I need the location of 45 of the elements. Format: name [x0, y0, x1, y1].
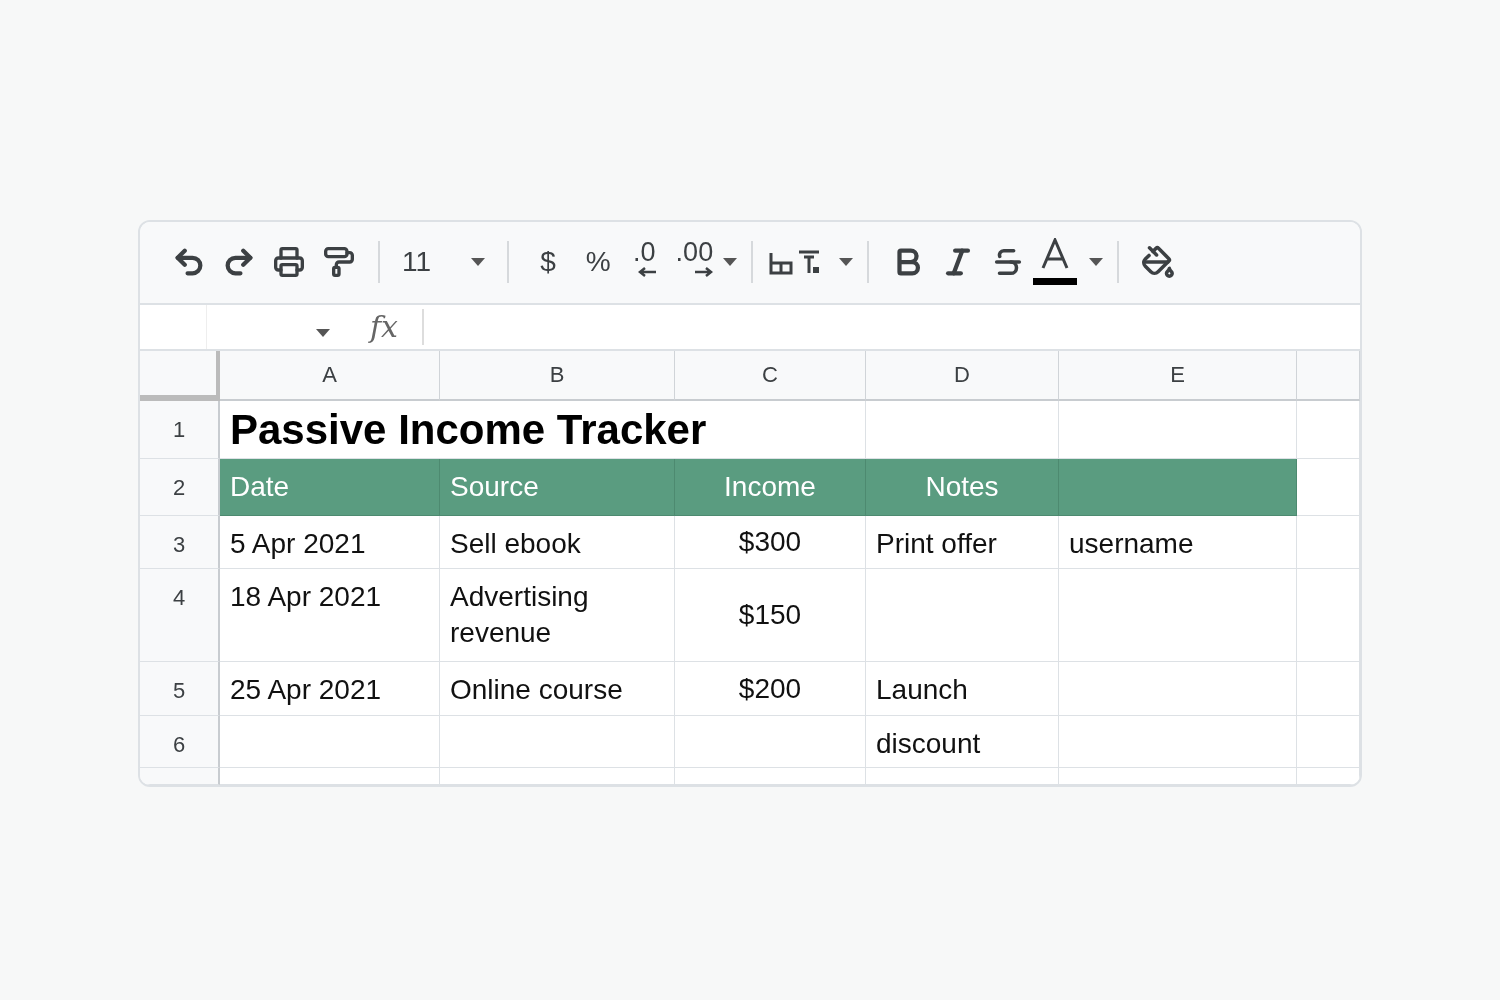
- table-cell: $300: [675, 516, 866, 569]
- printer-icon: [273, 246, 305, 279]
- table-cell: Sell ebook: [440, 516, 675, 569]
- caret-icon: [316, 328, 330, 337]
- row-header[interactable]: 2: [140, 459, 220, 516]
- column-header[interactable]: E: [1059, 351, 1297, 401]
- table-cell: username: [1059, 516, 1297, 569]
- decrease-decimals-button[interactable]: .0: [623, 237, 666, 288]
- increase-decimals-button[interactable]: .00: [665, 237, 724, 288]
- fx-label: fx: [346, 308, 425, 345]
- caret-icon: [471, 258, 486, 267]
- row-header[interactable]: 4: [140, 569, 220, 662]
- percent-button[interactable]: %: [573, 240, 624, 285]
- header-cell: Notes: [866, 459, 1059, 516]
- table-cell: $150: [675, 569, 866, 662]
- column-header[interactable]: A: [220, 351, 440, 401]
- column-header[interactable]: B: [440, 351, 675, 401]
- currency-button[interactable]: $: [523, 240, 574, 285]
- header-cell: Income: [675, 459, 866, 516]
- row-header[interactable]: 5: [140, 662, 220, 716]
- right-arrow-icon: [695, 267, 714, 278]
- paint-roller-icon: [323, 246, 355, 279]
- caret-icon: [1089, 258, 1104, 267]
- row-header[interactable]: 1: [140, 401, 220, 459]
- row-header[interactable]: 3: [140, 516, 220, 569]
- left-arrow-icon: [637, 267, 656, 278]
- table-cell: 5 Apr 2021: [220, 516, 440, 569]
- table-cell: Online course: [440, 662, 675, 716]
- column-header[interactable]: C: [675, 351, 866, 401]
- caret-icon: [839, 258, 854, 267]
- table-cell: $200: [675, 662, 866, 716]
- table-cell: Advertising revenue: [440, 569, 675, 662]
- row-header[interactable]: 6: [140, 716, 220, 768]
- table-cell: 18 Apr 2021: [220, 569, 440, 662]
- caret-icon: [723, 258, 738, 267]
- paint-bucket-icon: [1141, 245, 1176, 280]
- table-cell: Launch: [866, 662, 1059, 716]
- column-header[interactable]: D: [866, 351, 1059, 401]
- table-cell: discount: [866, 716, 1059, 768]
- table-cell: Print offer: [866, 516, 1059, 569]
- table-cell: 25 Apr 2021: [220, 662, 440, 716]
- header-cell: Source: [440, 459, 675, 516]
- font-size-dropdown[interactable]: 11: [394, 240, 494, 285]
- text-color-icon[interactable]: [1033, 238, 1078, 287]
- header-cell: Date: [220, 459, 440, 516]
